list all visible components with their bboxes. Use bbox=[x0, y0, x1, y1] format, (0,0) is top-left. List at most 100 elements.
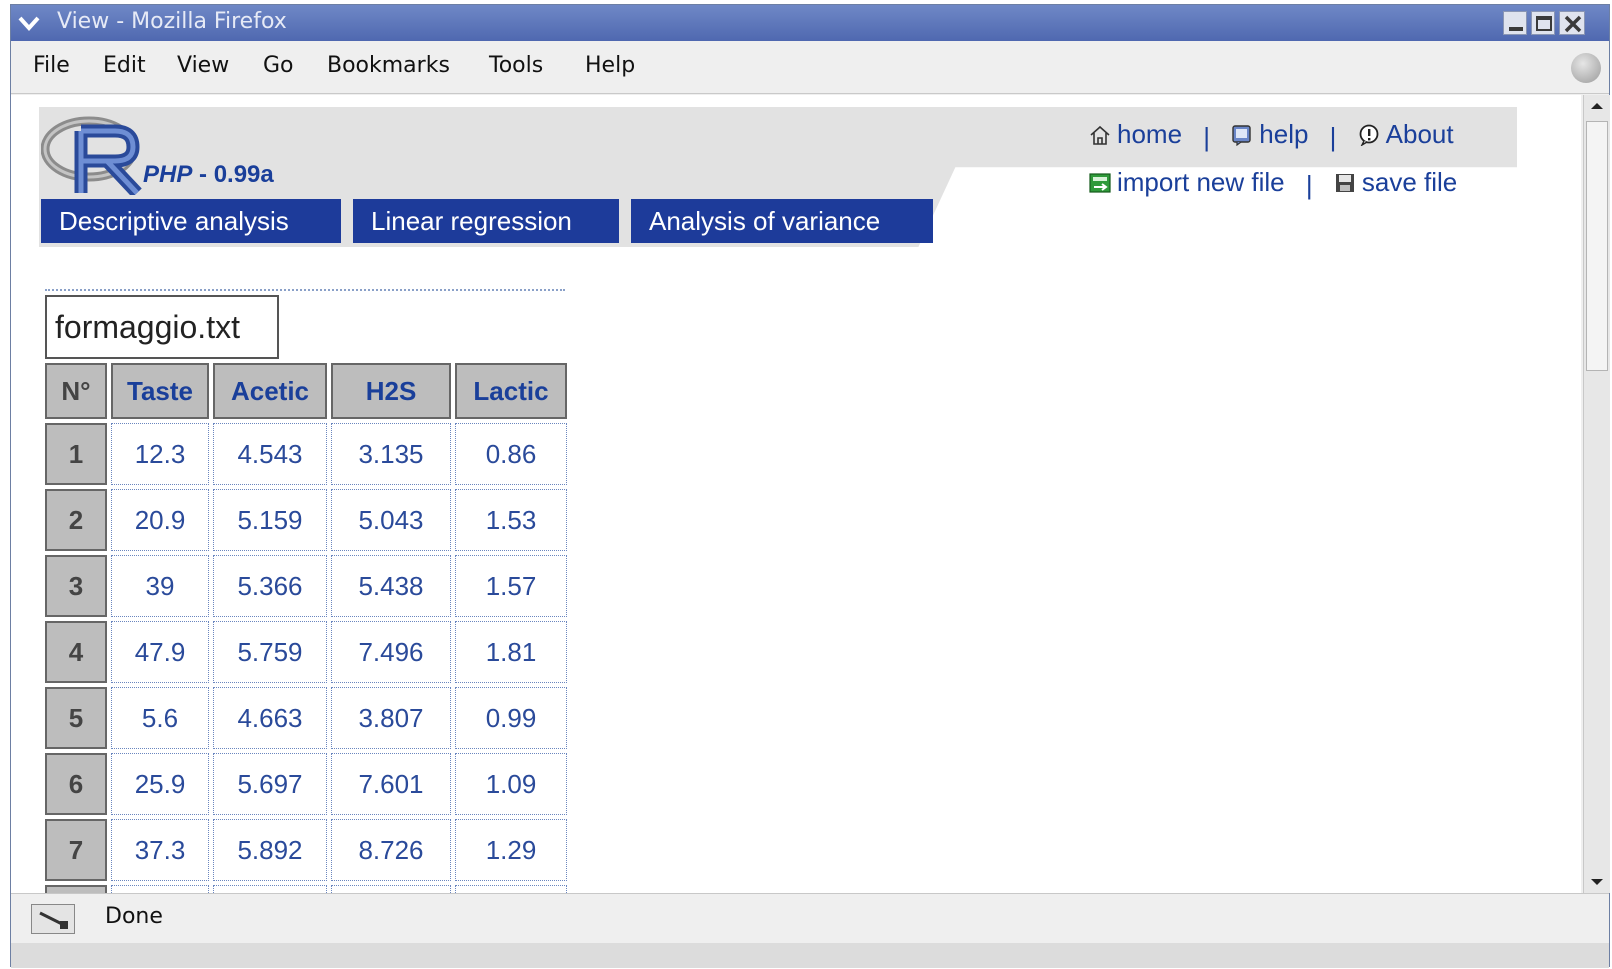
minimize-icon[interactable] bbox=[1503, 11, 1527, 35]
menu-bar: File Edit View Go Bookmarks Tools Help bbox=[11, 43, 1609, 94]
import-file-link[interactable]: import new file bbox=[1089, 167, 1285, 198]
taste-cell: 21.9 bbox=[111, 885, 209, 893]
status-bar: Done bbox=[11, 893, 1609, 944]
import-file-label: import new file bbox=[1117, 167, 1285, 197]
title-bar[interactable]: View - Mozilla Firefox bbox=[11, 5, 1609, 41]
lactic-cell: 1.57 bbox=[455, 555, 567, 617]
divider bbox=[45, 289, 565, 291]
column-header[interactable]: Taste bbox=[111, 363, 209, 419]
acetic-cell: 6.078 bbox=[213, 885, 327, 893]
link-separator: | bbox=[1203, 121, 1211, 152]
scroll-down-icon[interactable] bbox=[1584, 871, 1610, 893]
save-file-link[interactable]: save file bbox=[1334, 167, 1457, 198]
lactic-cell: 1.53 bbox=[455, 489, 567, 551]
row-number: 3 bbox=[45, 555, 107, 617]
h2s-cell: 7.601 bbox=[331, 753, 451, 815]
about-link-label: About bbox=[1385, 119, 1454, 149]
tab-linear-regression[interactable]: Linear regression bbox=[353, 199, 619, 243]
row-number: 8 bbox=[45, 885, 107, 893]
menu-go[interactable]: Go bbox=[263, 53, 294, 78]
home-link-label: home bbox=[1117, 119, 1183, 149]
menu-file[interactable]: File bbox=[33, 53, 70, 78]
row-number: 4 bbox=[45, 621, 107, 683]
file-links: import new file | save file bbox=[1089, 167, 1457, 201]
table-row: 2 20.9 5.159 5.043 1.53 bbox=[45, 489, 567, 551]
browser-window: View - Mozilla Firefox File Edit View Go… bbox=[10, 4, 1610, 968]
save-icon bbox=[1335, 173, 1354, 192]
brand-version: - 0.99a bbox=[199, 161, 274, 188]
scrollbar-thumb[interactable] bbox=[1586, 121, 1608, 371]
import-icon bbox=[1089, 172, 1111, 193]
row-number: 6 bbox=[45, 753, 107, 815]
table-row: 4 47.9 5.759 7.496 1.81 bbox=[45, 621, 567, 683]
app-brand: PHP - 0.99a bbox=[143, 161, 274, 189]
taste-cell: 12.3 bbox=[111, 423, 209, 485]
help-link[interactable]: help bbox=[1231, 119, 1308, 150]
chevron-down-icon[interactable] bbox=[17, 11, 41, 35]
top-links: home | help | About bbox=[1089, 119, 1454, 153]
lactic-cell: 0.86 bbox=[455, 423, 567, 485]
data-table: N° Taste Acetic H2S Lactic 1 12.3 4.543 3.1… bbox=[41, 359, 571, 893]
column-header[interactable]: Lactic bbox=[455, 363, 567, 419]
h2s-cell: 8.726 bbox=[331, 819, 451, 881]
lactic-cell: 1.09 bbox=[455, 753, 567, 815]
menu-help[interactable]: Help bbox=[585, 53, 635, 78]
row-number: 7 bbox=[45, 819, 107, 881]
row-number: 1 bbox=[45, 423, 107, 485]
table-row: 3 39 5.366 5.438 1.57 bbox=[45, 555, 567, 617]
acetic-cell: 5.892 bbox=[213, 819, 327, 881]
acetic-cell: 5.159 bbox=[213, 489, 327, 551]
table-row: 7 37.3 5.892 8.726 1.29 bbox=[45, 819, 567, 881]
help-link-label: help bbox=[1259, 119, 1309, 149]
acetic-cell: 5.759 bbox=[213, 621, 327, 683]
lactic-cell: 1.29 bbox=[455, 819, 567, 881]
row-number: 5 bbox=[45, 687, 107, 749]
link-separator: | bbox=[1329, 121, 1337, 152]
table-row: 6 25.9 5.697 7.601 1.09 bbox=[45, 753, 567, 815]
close-icon[interactable] bbox=[1559, 11, 1585, 35]
file-name-box: formaggio.txt bbox=[45, 295, 279, 359]
row-number: 2 bbox=[45, 489, 107, 551]
column-header[interactable]: Acetic bbox=[213, 363, 327, 419]
tab-descriptive-analysis[interactable]: Descriptive analysis bbox=[41, 199, 341, 243]
status-text: Done bbox=[105, 904, 163, 929]
menu-view[interactable]: View bbox=[177, 53, 229, 78]
h2s-cell: 3.807 bbox=[331, 687, 451, 749]
scroll-up-icon[interactable] bbox=[1584, 95, 1610, 117]
taste-cell: 20.9 bbox=[111, 489, 209, 551]
tab-analysis-of-variance[interactable]: Analysis of variance bbox=[631, 199, 933, 243]
table-row: 8 21.9 6.078 7.966 1.78 bbox=[45, 885, 567, 893]
connection-icon bbox=[31, 904, 75, 934]
column-header[interactable]: H2S bbox=[331, 363, 451, 419]
home-icon bbox=[1090, 125, 1110, 145]
menu-bookmarks[interactable]: Bookmarks bbox=[327, 53, 450, 78]
table-row: 1 12.3 4.543 3.135 0.86 bbox=[45, 423, 567, 485]
menu-tools[interactable]: Tools bbox=[489, 53, 543, 78]
h2s-cell: 5.438 bbox=[331, 555, 451, 617]
about-icon bbox=[1359, 124, 1379, 146]
taste-cell: 47.9 bbox=[111, 621, 209, 683]
vertical-scrollbar[interactable] bbox=[1583, 95, 1610, 893]
brand-name: PHP bbox=[143, 161, 193, 188]
home-link[interactable]: home bbox=[1089, 119, 1182, 150]
r-logo-icon bbox=[41, 116, 142, 195]
about-link[interactable]: About bbox=[1358, 119, 1454, 150]
window-bottom-border bbox=[11, 943, 1609, 968]
throbber-icon bbox=[1571, 53, 1601, 83]
menu-edit[interactable]: Edit bbox=[103, 53, 146, 78]
acetic-cell: 4.543 bbox=[213, 423, 327, 485]
column-header[interactable]: N° bbox=[45, 363, 107, 419]
save-file-label: save file bbox=[1361, 167, 1458, 197]
acetic-cell: 5.366 bbox=[213, 555, 327, 617]
acetic-cell: 4.663 bbox=[213, 687, 327, 749]
taste-cell: 37.3 bbox=[111, 819, 209, 881]
taste-cell: 5.6 bbox=[111, 687, 209, 749]
page-viewport: PHP - 0.99a Descriptive analysis Linear … bbox=[11, 95, 1581, 893]
h2s-cell: 7.966 bbox=[331, 885, 451, 893]
table-header-row: N° Taste Acetic H2S Lactic bbox=[45, 363, 567, 419]
maximize-icon[interactable] bbox=[1531, 11, 1555, 35]
h2s-cell: 5.043 bbox=[331, 489, 451, 551]
table-row: 5 5.6 4.663 3.807 0.99 bbox=[45, 687, 567, 749]
taste-cell: 25.9 bbox=[111, 753, 209, 815]
help-icon bbox=[1232, 124, 1251, 146]
